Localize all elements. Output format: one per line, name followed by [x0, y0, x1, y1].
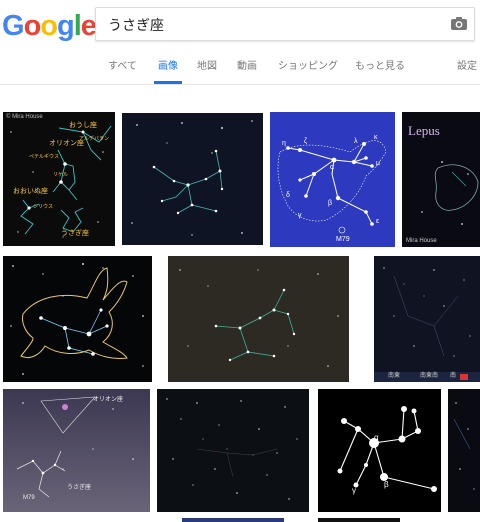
logo-letter: G	[2, 10, 25, 42]
image-result-8[interactable]: オリオン座 M79 うさぎ座	[3, 389, 150, 512]
constellation-photo-image	[168, 256, 349, 382]
starfield-image	[374, 267, 480, 382]
image-result-13[interactable]	[318, 518, 400, 522]
star-diagram-image	[337, 406, 437, 492]
chart-label: リゲル	[53, 172, 69, 178]
image-result-11[interactable]	[448, 389, 480, 512]
image-result-1[interactable]: © Mira House おうし座 オリオン座 アルデバラン ペテルギウス リゲ…	[3, 112, 115, 246]
direction-label: 南東	[388, 373, 401, 379]
star-label: λ	[354, 138, 358, 145]
image-result-2[interactable]	[122, 113, 263, 245]
search-box[interactable]: うさぎ座	[95, 7, 475, 41]
star-label: ε	[376, 218, 380, 225]
star-label: γ	[298, 212, 302, 219]
google-logo[interactable]: Google	[2, 10, 97, 42]
star-label: η	[282, 140, 286, 147]
image-result-6[interactable]	[168, 256, 349, 382]
logo-letter: l	[73, 10, 82, 42]
star-label: α	[330, 164, 335, 171]
star-field-image	[166, 398, 298, 500]
object-label: M79	[23, 495, 35, 501]
header: Google うさぎ座 すべて 画像 地図 動画 ショッピング もっと見る 設定	[0, 0, 480, 85]
star-label: β	[384, 480, 389, 489]
search-input[interactable]: うさぎ座	[108, 15, 164, 35]
partial-image	[453, 402, 475, 490]
tab-all[interactable]: すべて	[108, 58, 137, 84]
image-result-7[interactable]: 南東 南東南 南	[374, 256, 480, 382]
image-result-5[interactable]	[3, 256, 152, 382]
constellation-hare-image	[277, 140, 387, 234]
credit-text: Mira House	[406, 238, 437, 244]
star-label: μ	[376, 160, 381, 167]
image-result-12[interactable]	[182, 518, 284, 522]
chart-label: シリウス	[33, 204, 54, 210]
credit-text: © Mira House	[6, 114, 43, 120]
direction-label: 南東南	[420, 373, 439, 379]
sky-photo-image	[3, 389, 150, 512]
tab-videos[interactable]: 動画	[237, 58, 257, 84]
image-result-10[interactable]: α β γ	[318, 389, 441, 512]
constellation-lines-image	[131, 120, 253, 236]
direction-label: 南	[450, 373, 457, 379]
tab-shopping[interactable]: ショッピング	[278, 58, 338, 84]
chart-label: おうし座	[69, 122, 97, 129]
chart-label: おおいぬ座	[13, 188, 48, 195]
star-label: M79	[336, 236, 350, 243]
star-label: γ	[352, 486, 356, 495]
star-label: κ	[374, 134, 378, 141]
lepus-figure-image	[421, 161, 479, 225]
camera-icon[interactable]	[451, 16, 467, 30]
tab-maps[interactable]: 地図	[197, 58, 217, 84]
star-label: δ	[286, 192, 290, 199]
chart-label: ペテルギウス	[29, 154, 60, 160]
logo-letter: g	[57, 10, 75, 42]
star-label: ζ	[304, 138, 308, 145]
logo-letter: o	[40, 10, 58, 42]
chart-label: アルデバラン	[79, 136, 109, 142]
image-result-3[interactable]: η ζ α λ κ μ β δ γ ε M79	[270, 112, 395, 247]
constellation-label: オリオン座	[93, 397, 124, 403]
image-result-9[interactable]	[157, 389, 309, 512]
hare-outline-image	[10, 263, 144, 375]
tab-images[interactable]: 画像	[154, 58, 182, 84]
constellation-label: うさぎ座	[67, 485, 92, 491]
chart-label: うさぎ座	[61, 230, 89, 237]
star-label: α	[374, 433, 379, 442]
settings-link[interactable]: 設定	[457, 58, 477, 84]
image-result-4[interactable]: Lepus Mira House	[402, 112, 480, 247]
tab-more[interactable]: もっと見る	[355, 58, 405, 84]
search-tabs: すべて 画像 地図 動画 ショッピング もっと見る 設定	[0, 54, 480, 84]
constellation-map-image	[10, 125, 112, 238]
logo-letter: e	[80, 10, 97, 42]
star-label: β	[328, 200, 333, 207]
logo-letter: o	[23, 10, 42, 42]
